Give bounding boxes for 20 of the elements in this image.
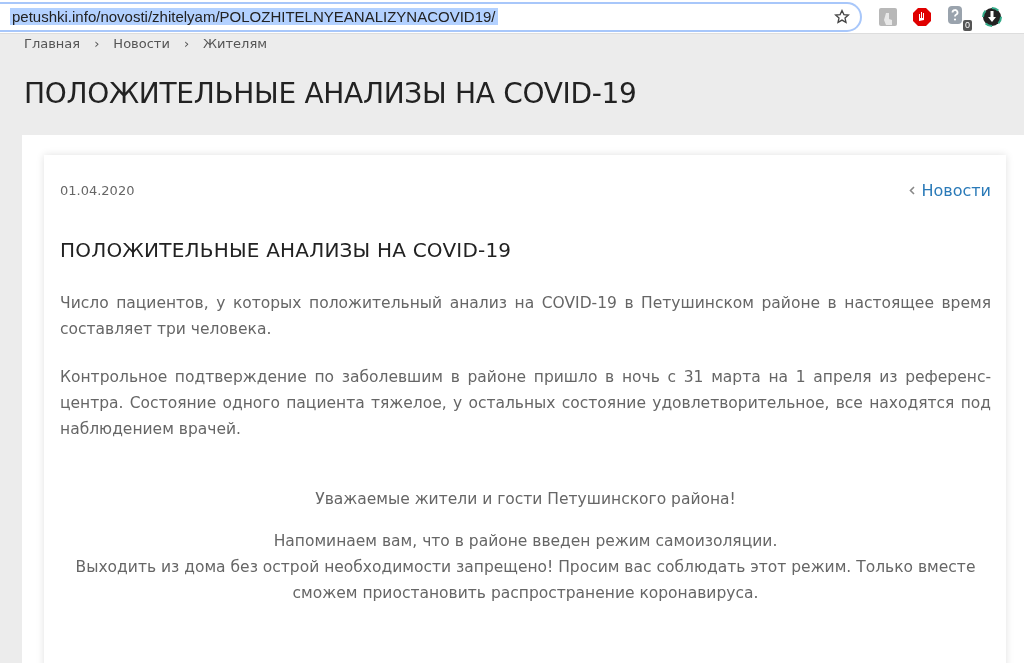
article-title: ПОЛОЖИТЕЛЬНЫЕ АНАЛИЗЫ НА COVID-19 (60, 238, 513, 262)
back-link[interactable]: Новости (921, 181, 991, 200)
breadcrumb-separator: › (183, 36, 190, 51)
stop-hand-icon[interactable] (912, 6, 932, 27)
page-title: ПОЛОЖИТЕЛЬНЫЕ АНАЛИЗЫ НА COVID-19 (24, 77, 638, 112)
breadcrumb-link[interactable]: Главная (24, 36, 81, 51)
breadcrumb-link[interactable]: Новости (113, 36, 170, 51)
bookmark-star-icon[interactable] (834, 8, 850, 25)
article-paragraph: Контрольное подтверждение по заболевшим в районе пришло в ночь с 31 марта на 1 апреля из референс-центра. Состояние одного пациента тяжелое, у остальных состояние удовлетворительное, все находятся под наблюдением врачей. (60, 367, 991, 440)
notice-paragraph: Уважаемые жители и гости Петушинского района! (314, 489, 737, 510)
chevron-left-icon (909, 186, 916, 195)
url-text: petushki.info/novosti/zhitelyam/POLOZHITELNYEANALIZYNACOVID19/ (10, 8, 498, 25)
breadcrumb-link[interactable]: Жителям (203, 36, 268, 51)
download-extension-icon[interactable] (982, 6, 1002, 27)
extension-badge: 0 (963, 19, 972, 31)
notice-paragraph: Напоминаем вам, что в районе введен режим самоизоляции. Выходить из дома без острой необходимости запрещено! Просим вас соблюдать этот режим. Только вместе сможем приостановить распространение коронавируса. (74, 531, 977, 604)
article-date: 01.04.2020 (60, 183, 135, 198)
breadcrumb-separator: › (94, 36, 100, 51)
article-paragraph: Число пациентов, у которых положительный анализ на COVID-19 в Петушинском районе в настоящее время составляет три человека. (60, 293, 991, 340)
address-bar[interactable]: petushki.info/novosti/zhitelyam/POLOZHITELNYEANALIZYNACOVID19/ (0, 1, 862, 32)
